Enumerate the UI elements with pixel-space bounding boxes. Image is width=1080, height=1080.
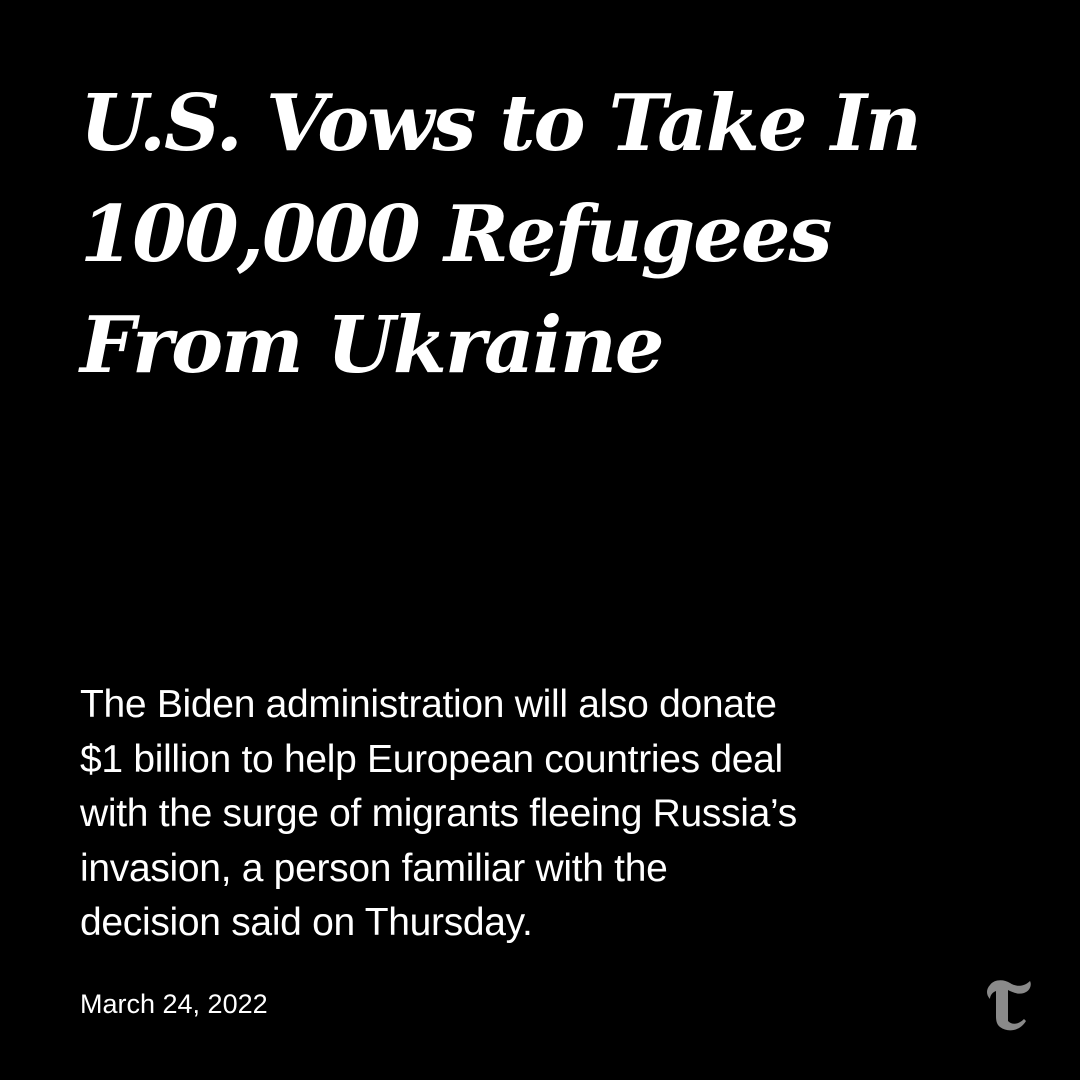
headline: U.S. Vows to Take In 100,000 Refugees Fr… xyxy=(80,68,980,401)
summary-line: invasion, a person familiar with the xyxy=(80,846,668,890)
summary-line: decision said on Thursday. xyxy=(80,901,533,944)
headline-line: 100,000 Refugees xyxy=(80,189,832,280)
summary-line: $1 billion to help European countries de… xyxy=(80,737,783,781)
summary-line: The Biden administration will also donat… xyxy=(80,683,777,726)
headline-line: From Ukraine xyxy=(80,300,664,391)
nyt-t-logo-icon xyxy=(987,980,1031,1031)
news-card: U.S. Vows to Take In 100,000 Refugees Fr… xyxy=(0,0,1080,1080)
headline-line: U.S. Vows to Take In xyxy=(80,78,922,169)
summary-line: with the surge of migrants fleeing Russi… xyxy=(80,792,797,835)
summary-text: The Biden administration will also donat… xyxy=(80,678,940,951)
publish-date: March 24, 2022 xyxy=(80,989,268,1019)
